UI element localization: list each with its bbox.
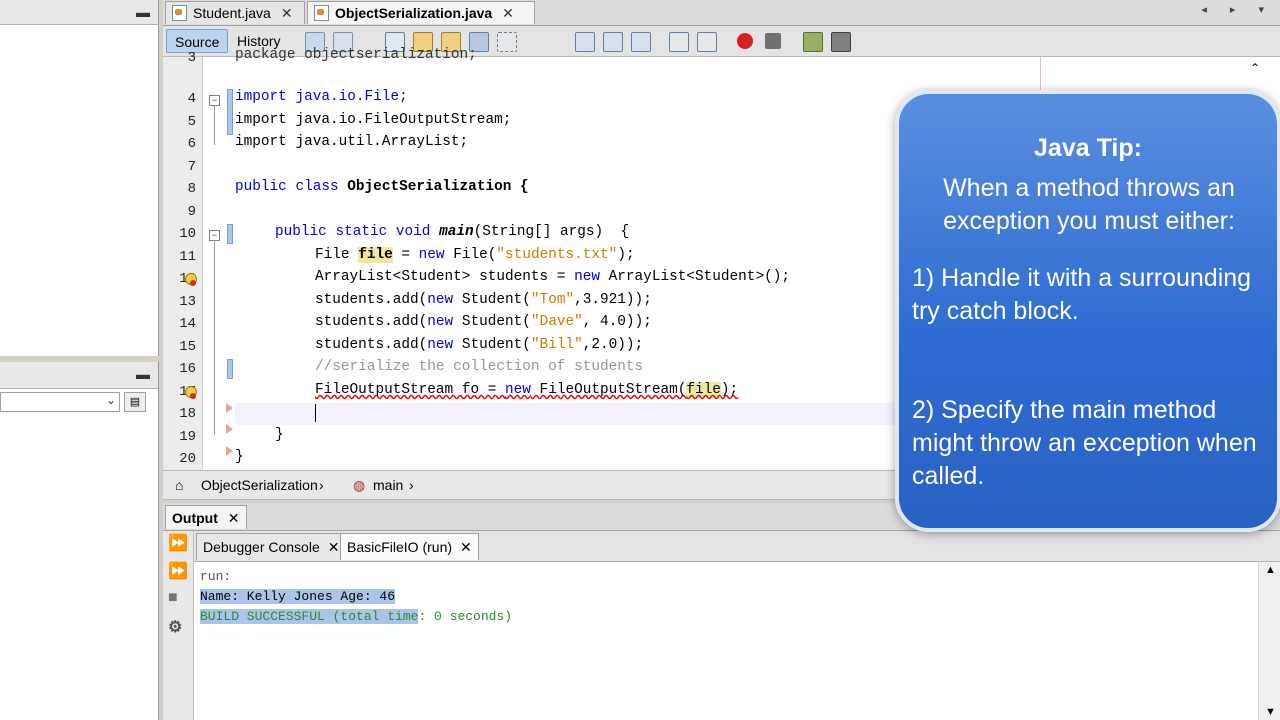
tab-student-java[interactable]: Student.java ✕ [165, 1, 305, 24]
previous-bookmark-icon[interactable] [575, 32, 595, 52]
code-line-3: package objectserialization; [235, 47, 477, 63]
breadcrumb-method[interactable]: main [373, 477, 403, 493]
code-line-17: FileOutputStream fo = new FileOutputStre… [315, 382, 739, 398]
next-bookmark-icon[interactable] [603, 32, 623, 52]
scroll-down-icon[interactable]: ▼ [1265, 706, 1276, 718]
chevron-right-icon: › [319, 477, 324, 493]
tip-intro: When a method throws an exception you mu… [943, 174, 1235, 235]
method-icon: ◍ [353, 477, 366, 493]
code-line-5: import java.io.FileOutputStream; [235, 112, 512, 128]
comment-icon[interactable] [803, 32, 823, 52]
selection-icon[interactable] [497, 32, 517, 52]
output-console[interactable]: run: Name: Kelly Jones Age: 46 BUILD SUC… [194, 562, 1258, 720]
java-file-icon [314, 5, 329, 21]
console-line: Name: Kelly Jones Age: 46 [200, 589, 396, 604]
close-icon[interactable]: ✕ [328, 539, 340, 555]
console-line: BUILD SUCCESSFUL (total time: 0 seconds) [200, 609, 513, 624]
tab-debugger-console[interactable]: Debugger Console ✕ [196, 533, 347, 560]
code-line-14: students.add(new Student("Dave", 4.0)); [315, 314, 652, 330]
tip-point-1: 1) Handle it with a surrounding try catc… [912, 264, 1252, 325]
code-line-11: File file = new File("students.txt"); [315, 247, 635, 263]
editor-tab-bar: Student.java ✕ ObjectSerialization.java … [163, 0, 1280, 26]
console-scrollbar[interactable]: ▲ ▼ [1258, 562, 1280, 720]
change-marker [227, 224, 233, 244]
toggle-bookmark-icon[interactable] [631, 32, 651, 52]
left-bottom-panel: ▬ ⌄ ▤ [0, 362, 159, 720]
chevron-right-icon: › [409, 477, 414, 493]
scroll-up-icon[interactable]: ⌃ [1250, 61, 1260, 75]
code-line-4: import java.io.File; [235, 89, 408, 105]
code-line-15: students.add(new Student("Bill",2.0)); [315, 337, 644, 353]
stop-macro-icon[interactable] [765, 33, 781, 49]
rerun-with-params-icon[interactable]: ⏩ [168, 561, 188, 580]
navigator-options-icon[interactable]: ▤ [124, 392, 146, 412]
code-line-12: ArrayList<Student> students = new ArrayL… [315, 269, 790, 285]
close-icon[interactable]: ✕ [228, 510, 240, 526]
code-line-16: //serialize the collection of students [315, 359, 644, 375]
code-line-19: } [275, 427, 284, 443]
output-side-toolbar: ⏩ ⏩ ■ ⚙ [163, 531, 194, 720]
tab-output[interactable]: Output ✕ [165, 505, 247, 529]
rerun-icon[interactable]: ⏩ [168, 533, 188, 552]
stop-icon[interactable]: ■ [168, 589, 188, 607]
output-subtabs: Debugger Console ✕ BasicFileIO (run) ✕ [194, 531, 1280, 562]
error-stripe-icon [226, 446, 233, 456]
code-line-20: } [235, 449, 244, 465]
source-button[interactable]: Source [166, 29, 229, 53]
change-marker [227, 359, 233, 379]
breadcrumb-class[interactable]: ObjectSerialization [201, 477, 318, 493]
settings-icon[interactable]: ⚙ [168, 617, 188, 636]
record-macro-icon[interactable] [737, 33, 753, 49]
error-stripe-icon [226, 424, 233, 434]
tab-navigation-arrows[interactable]: ◂ ▸ ▾ [1201, 3, 1274, 16]
uncomment-icon[interactable] [831, 32, 851, 52]
code-line-8: public class ObjectSerialization { [235, 179, 529, 195]
code-line-13: students.add(new Student("Tom",3.921)); [315, 292, 652, 308]
code-line-6: import java.util.ArrayList; [235, 134, 469, 150]
close-icon[interactable]: ✕ [502, 5, 514, 22]
code-line-10: public static void main(String[] args) { [275, 224, 630, 240]
class-icon: ⌂ [175, 477, 184, 493]
shift-left-icon[interactable] [669, 32, 689, 52]
error-stripe-icon [226, 403, 233, 413]
fold-line [214, 105, 215, 145]
minimize-icon[interactable]: ▬ [136, 366, 150, 382]
close-icon[interactable]: ✕ [281, 5, 293, 22]
shift-right-icon[interactable] [697, 32, 717, 52]
close-icon[interactable]: ✕ [460, 539, 472, 555]
tip-title: Java Tip: [1034, 134, 1142, 162]
java-tip-callout: Java Tip: When a method throws an except… [895, 90, 1280, 532]
left-bottom-panel-header: ▬ [0, 362, 158, 389]
scroll-up-icon[interactable]: ▲ [1265, 564, 1276, 576]
tab-objectserialization-java[interactable]: ObjectSerialization.java ✕ [307, 1, 535, 24]
hint-bulb-icon[interactable] [184, 273, 197, 287]
error-hint-icon[interactable] [184, 386, 197, 400]
java-file-icon [172, 5, 187, 21]
tip-point-2: 2) Specify the main method might throw a… [912, 396, 1257, 490]
chevron-down-icon: ⌄ [105, 393, 116, 407]
fold-line [214, 240, 215, 435]
console-line: run: [200, 569, 232, 584]
left-top-panel: ▬ [0, 0, 159, 356]
left-top-panel-header: ▬ [0, 0, 158, 25]
line-number-gutter: 3 4 5 6 7 8 9 10 11 12 13 14 15 16 17 18… [163, 50, 203, 470]
minimize-icon[interactable]: ▬ [136, 4, 150, 20]
change-marker [227, 89, 233, 135]
text-cursor [315, 404, 316, 427]
navigator-combo[interactable]: ⌄ [0, 392, 120, 412]
tab-basicfileio-run[interactable]: BasicFileIO (run) ✕ [340, 533, 479, 560]
